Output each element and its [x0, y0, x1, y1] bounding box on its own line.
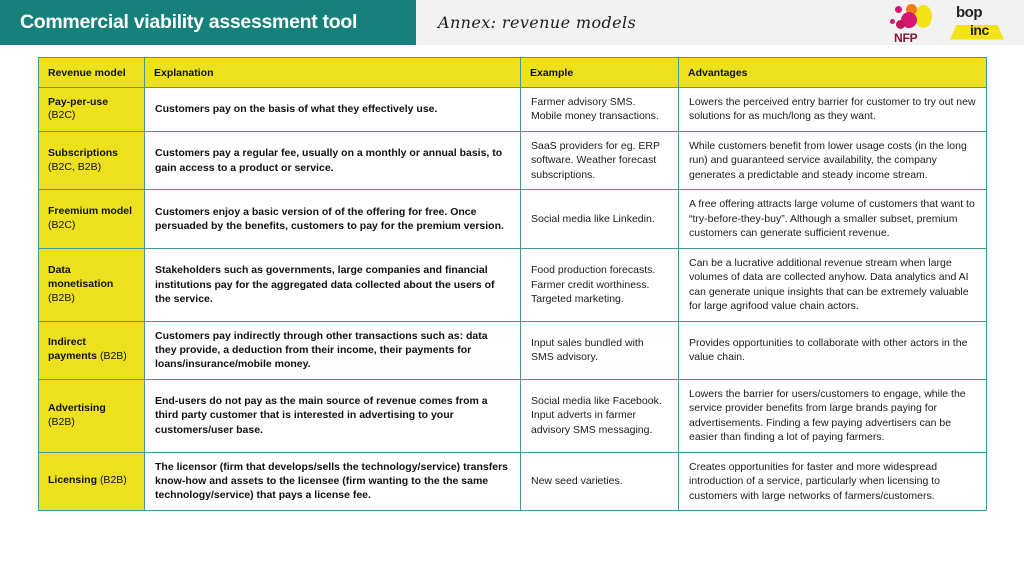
- table-row: Indirect payments (B2B) Customers pay ind…: [38, 320, 987, 380]
- table-row: Freemium model (B2C) Customers enjoy a ba…: [38, 189, 987, 249]
- logo-group: NFP bop inc: [886, 0, 1024, 45]
- revenue-model-name: Subscriptions: [48, 146, 119, 159]
- cell-revenue-model: Indirect payments (B2B): [38, 320, 145, 380]
- revenue-model-name: Freemium model: [48, 205, 133, 218]
- revenue-model-segment: (B2B): [99, 350, 127, 363]
- cell-advantages: Creates opportunities for faster and mor…: [678, 451, 987, 512]
- column-header-advantages: Advantages: [678, 57, 987, 88]
- bopinc-logo-bop-text: bop: [956, 3, 983, 21]
- cell-advantages: Lowers the perceived entry barrier for c…: [678, 87, 987, 132]
- table-row: Subscriptions (B2C, B2B) Customers pay a r…: [38, 130, 987, 191]
- cell-advantages: A free offering attracts large volume of…: [678, 189, 987, 249]
- cell-example: Food production forecasts. Farmer credit…: [520, 247, 679, 322]
- cell-explanation: End-users do not pay as the main source …: [144, 378, 521, 453]
- cell-advantages: Provides opportunities to collaborate wi…: [678, 320, 987, 380]
- cell-revenue-model: Pay-per-use (B2C): [38, 87, 145, 132]
- table-header-row: Revenue model Explanation Example Advant…: [38, 57, 987, 88]
- title-band: Commercial viability assessment tool: [0, 0, 416, 45]
- revenue-models-table: Revenue model Explanation Example Advant…: [38, 57, 987, 512]
- table-row: Pay-per-use (B2C) Customers pay on the bas…: [38, 87, 987, 132]
- revenue-model-segment: (B2C, B2B): [48, 160, 102, 173]
- cell-revenue-model: Subscriptions (B2C, B2B): [38, 130, 145, 191]
- table-row: Advertising (B2B) End-users do not pay as …: [38, 378, 987, 453]
- revenue-model-segment: (B2C): [48, 219, 76, 232]
- cell-example: SaaS providers for eg. ERP software. Wea…: [520, 130, 679, 191]
- revenue-model-segment: (B2C): [48, 109, 76, 122]
- page-title: Commercial viability assessment tool: [20, 11, 358, 33]
- nfp-magenta-blob-icon: [896, 19, 905, 29]
- page-header: Commercial viability assessment tool Ann…: [0, 0, 1024, 45]
- bopinc-logo-inc-text: inc: [970, 21, 989, 38]
- cell-advantages: Can be a lucrative additional revenue st…: [678, 247, 987, 322]
- revenue-model-name: Data monetisation: [48, 264, 114, 290]
- cell-explanation: Customers enjoy a basic version of of th…: [144, 189, 521, 249]
- revenue-model-segment: (B2B): [48, 291, 75, 304]
- nfp-logo: NFP: [886, 2, 936, 45]
- revenue-model-name: Licensing: [48, 474, 98, 487]
- cell-advantages: Lowers the barrier for users/customers t…: [678, 378, 987, 453]
- nfp-pink-dot-icon: [890, 18, 895, 24]
- table-body: Pay-per-use (B2C) Customers pay on the bas…: [38, 87, 987, 512]
- cell-revenue-model: Advertising (B2B): [38, 378, 145, 453]
- bopinc-logo: bop inc: [950, 2, 1004, 44]
- nfp-pink-small-icon: [895, 5, 902, 13]
- cell-revenue-model: Freemium model (B2C): [38, 189, 145, 249]
- cell-explanation: Customers pay on the basis of what they …: [144, 87, 521, 132]
- table-container: Revenue model Explanation Example Advant…: [0, 45, 1024, 512]
- revenue-model-segment: (B2B): [99, 474, 127, 487]
- cell-revenue-model: Data monetisation (B2B): [38, 247, 145, 322]
- table-row: Licensing (B2B) The licensor (firm that d…: [38, 451, 987, 512]
- cell-advantages: While customers benefit from lower usage…: [678, 130, 987, 191]
- cell-example: New seed varieties.: [520, 451, 679, 512]
- cell-revenue-model: Licensing (B2B): [38, 451, 145, 512]
- cell-example: Social media like Linkedin.: [520, 189, 679, 249]
- cell-explanation: The licensor (firm that develops/sells t…: [144, 451, 521, 512]
- table-row: Data monetisation (B2B) Stakeholders such …: [38, 247, 987, 322]
- revenue-model-name: Advertising: [48, 401, 106, 414]
- nfp-yellow-blob-icon: [915, 4, 932, 28]
- column-header-revenue-model: Revenue model: [38, 57, 145, 88]
- revenue-model-segment: (B2B): [48, 415, 75, 428]
- revenue-model-name: Indirect payments: [48, 336, 98, 363]
- column-header-example: Example: [520, 57, 679, 88]
- column-header-explanation: Explanation: [144, 57, 521, 88]
- cell-example: Input sales bundled with SMS advisory.: [520, 320, 679, 380]
- page-subtitle: Annex: revenue models: [438, 13, 637, 32]
- cell-explanation: Stakeholders such as governments, large …: [144, 247, 521, 322]
- nfp-logo-text: NFP: [894, 30, 918, 45]
- cell-example: Farmer advisory SMS. Mobile money transa…: [520, 87, 679, 132]
- cell-explanation: Customers pay a regular fee, usually on …: [144, 130, 521, 191]
- cell-explanation: Customers pay indirectly through other t…: [144, 320, 521, 380]
- revenue-model-name: Pay-per-use: [48, 95, 109, 108]
- cell-example: Social media like Facebook. Input advert…: [520, 378, 679, 453]
